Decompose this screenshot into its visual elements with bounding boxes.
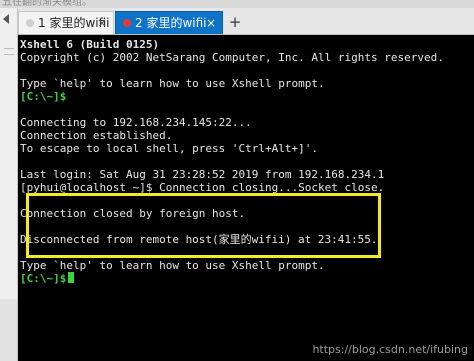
terminal-prompt: [C:\~]$ xyxy=(20,90,66,103)
tab-label: 2 家里的wifii xyxy=(135,16,207,30)
new-tab-button[interactable]: + xyxy=(225,11,245,33)
tab-session-1[interactable]: 1 家里的wifii × xyxy=(18,11,114,34)
sidebar-divider xyxy=(4,54,14,55)
connection-status-dot-icon xyxy=(123,19,131,27)
tab-session-2[interactable]: 2 家里的wifii × xyxy=(115,11,223,34)
terminal-line: Connecting to 192.168.234.145:22... xyxy=(20,116,252,129)
terminal-line: Copyright (c) 2002 NetSarang Computer, I… xyxy=(20,51,444,64)
background-window-text: 五在翻的渐关模组。 xyxy=(2,0,92,8)
terminal-line: Last login: Sat Aug 31 23:28:52 2019 fro… xyxy=(20,168,385,181)
collapse-arrow-icon[interactable] xyxy=(3,14,9,24)
shell-prompt: [C:\~]$ xyxy=(20,272,67,285)
close-tab-icon[interactable]: × xyxy=(97,12,107,34)
terminal-output[interactable]: Xshell 6 (Build 0125) Copyright (c) 2002… xyxy=(18,35,474,361)
terminal-prompt[interactable]: [C:\~]$ xyxy=(20,272,75,285)
terminal-line: Xshell 6 (Build 0125) xyxy=(20,38,160,51)
terminal-line: [pyhui@localhost ~]$ Connection closing.… xyxy=(20,181,385,194)
highlight-annotation-box xyxy=(26,193,381,258)
close-tab-icon[interactable]: × xyxy=(206,12,216,34)
watermark: https://blog.csdn.net/ifubing xyxy=(312,343,468,356)
background-window-strip: 五在翻的渐关模组。 xyxy=(0,0,474,8)
session-sidebar[interactable] xyxy=(0,8,18,361)
shell-prompt: [C:\~]$ xyxy=(20,90,67,103)
sidebar-divider xyxy=(4,48,14,49)
terminal-line: Connection closed by foreign host. xyxy=(20,207,246,220)
terminal-line: Connection established. xyxy=(20,129,173,142)
terminal-line: Type `help' to learn how to use Xshell p… xyxy=(20,259,325,272)
sidebar-bottom-panel xyxy=(0,299,17,361)
terminal-line: Disconnected from remote host(家里的wifii) … xyxy=(20,233,378,246)
text-cursor xyxy=(68,272,75,283)
connection-status-dot-icon xyxy=(26,19,34,27)
session-tab-bar: 1 家里的wifii × 2 家里的wifii × + xyxy=(18,8,474,35)
terminal-line: To escape to local shell, press 'Ctrl+Al… xyxy=(20,142,319,155)
terminal-line: Type `help' to learn how to use Xshell p… xyxy=(20,77,325,90)
